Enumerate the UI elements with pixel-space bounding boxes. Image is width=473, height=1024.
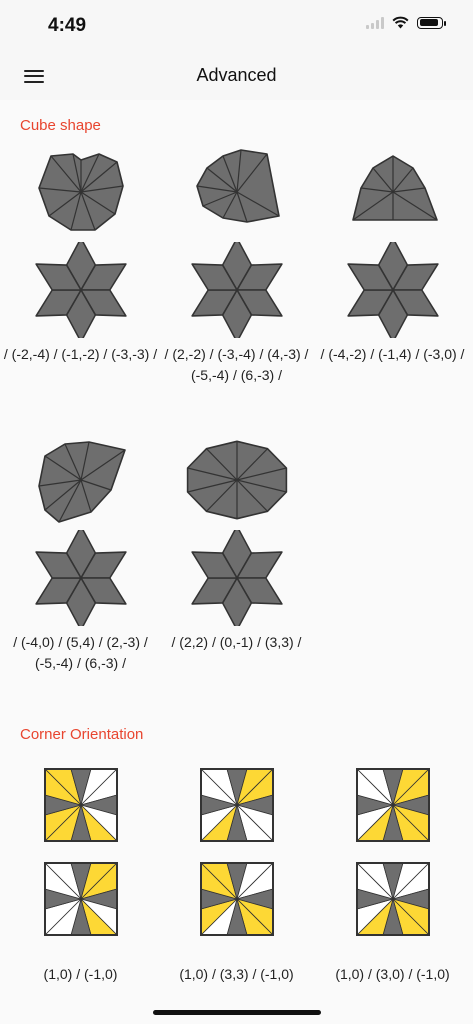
home-indicator: [153, 1010, 321, 1015]
algorithm-text: / (2,-2) / (-3,-4) / (4,-3) / (-5,-4) / …: [164, 346, 309, 383]
section-title-corner-orientation: Corner Orientation: [20, 726, 144, 743]
top-orientation-square: [2, 766, 159, 844]
top-layer-shape: [158, 436, 315, 524]
bottom-layer-shape: [158, 242, 315, 338]
algorithm-text: (1,0) / (3,0) / (-1,0): [335, 966, 450, 982]
top-layer-shape: [158, 148, 315, 236]
cube-shape-case[interactable]: / (-4,0) / (5,4) / (2,-3) / (-5,-4) / (6…: [2, 436, 159, 674]
content-area[interactable]: Cube shape / (-2,-4) / (-1,-2) / (-3,-3)…: [0, 100, 473, 1024]
algorithm-text: / (-4,-2) / (-1,4) / (-3,0) /: [320, 346, 465, 362]
algorithm-text: (1,0) / (3,3) / (-1,0): [179, 966, 294, 982]
status-time: 4:49: [48, 15, 87, 36]
corner-orientation-case[interactable]: (1,0) / (3,0) / (-1,0): [314, 766, 471, 985]
bottom-orientation-square: [2, 860, 159, 938]
bottom-layer-shape: [2, 530, 159, 626]
top-layer-shape: [2, 436, 159, 524]
algorithm-text: (1,0) / (-1,0): [43, 966, 118, 982]
cube-shape-case[interactable]: / (-2,-4) / (-1,-2) / (-3,-3) /: [2, 148, 159, 365]
status-bar: 4:49: [0, 0, 473, 54]
battery-icon: [417, 16, 446, 29]
bottom-layer-shape: [2, 242, 159, 338]
corner-orientation-case[interactable]: (1,0) / (3,3) / (-1,0): [158, 766, 315, 985]
top-layer-shape: [314, 148, 471, 236]
cube-shape-case[interactable]: / (2,-2) / (-3,-4) / (4,-3) / (-5,-4) / …: [158, 148, 315, 386]
wifi-icon: [392, 16, 409, 29]
algorithm-text: / (-4,0) / (5,4) / (2,-3) / (-5,-4) / (6…: [13, 634, 148, 671]
page-title: Advanced: [196, 65, 277, 85]
signal-icon: [366, 16, 384, 29]
bottom-layer-shape: [158, 530, 315, 626]
bottom-orientation-square: [158, 860, 315, 938]
bottom-layer-shape: [314, 242, 471, 338]
algorithm-text: / (2,2) / (0,-1) / (3,3) /: [171, 634, 302, 650]
section-title-cube-shape: Cube shape: [20, 117, 101, 134]
bottom-orientation-square: [314, 860, 471, 938]
cube-shape-case[interactable]: / (-4,-2) / (-1,4) / (-3,0) /: [314, 148, 471, 365]
top-orientation-square: [314, 766, 471, 844]
top-orientation-square: [158, 766, 315, 844]
algorithm-text: / (-2,-4) / (-1,-2) / (-3,-3) /: [3, 346, 158, 362]
status-icons: [366, 16, 446, 29]
corner-orientation-case[interactable]: (1,0) / (-1,0): [2, 766, 159, 985]
cube-shape-case[interactable]: / (2,2) / (0,-1) / (3,3) /: [158, 436, 315, 653]
top-layer-shape: [2, 148, 159, 236]
nav-bar: Advanced: [0, 54, 473, 100]
